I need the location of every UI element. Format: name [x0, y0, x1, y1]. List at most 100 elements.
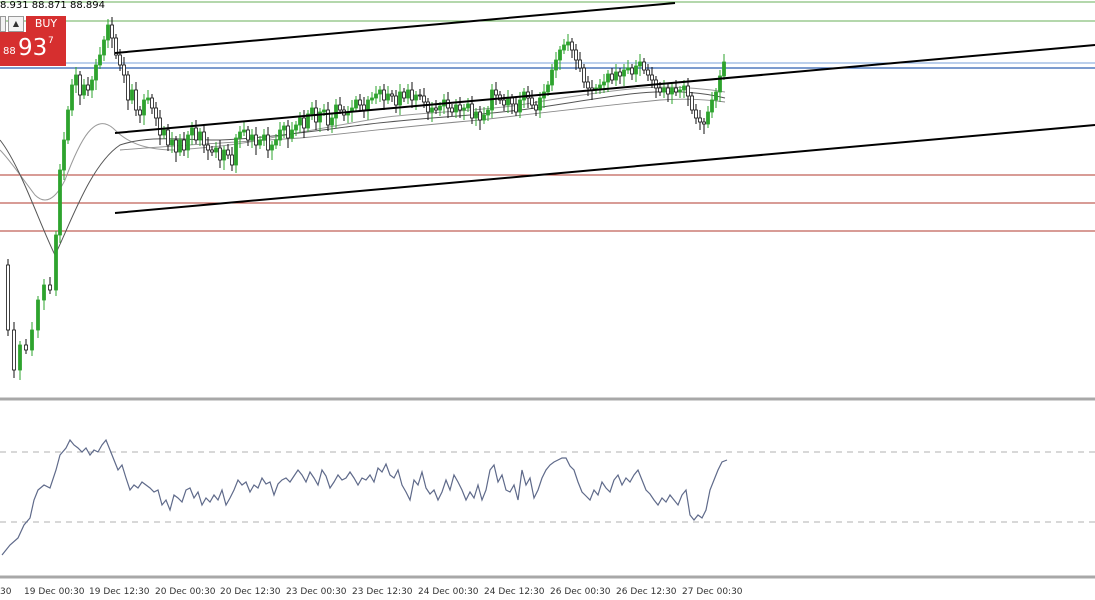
candle-body	[650, 74, 654, 81]
candle-body	[330, 117, 334, 126]
candle-body	[262, 134, 266, 141]
candle-body	[130, 89, 134, 101]
candle-body	[134, 89, 138, 111]
collapse-arrow-icon[interactable]: ▲	[8, 16, 24, 32]
x-tick: 24 Dec 00:30	[418, 587, 479, 597]
buy-button[interactable]: BUY	[26, 16, 66, 32]
candle-body	[426, 101, 430, 113]
candle-body	[238, 131, 242, 139]
candle-body	[546, 84, 550, 93]
candle-body	[638, 61, 642, 67]
candle-body	[354, 99, 358, 109]
candle-body	[642, 61, 646, 71]
candle-body	[206, 144, 210, 151]
candle-body	[24, 344, 28, 351]
candle-body	[334, 104, 338, 119]
candle-body	[678, 89, 682, 93]
candle-body	[126, 74, 130, 101]
candle-body	[682, 85, 686, 91]
candle-body	[374, 93, 378, 99]
trendline-bottom	[114, 124, 1095, 214]
candle-body	[430, 107, 434, 113]
candle-body	[274, 139, 278, 146]
candle-body	[258, 139, 262, 146]
candle-body	[214, 147, 218, 153]
candle-body	[622, 69, 626, 77]
candle-body	[254, 134, 258, 146]
candle-body	[178, 139, 182, 153]
oscillator-panel	[0, 438, 1095, 556]
candle-body	[574, 49, 578, 61]
candle-body	[202, 131, 206, 146]
candle-body	[434, 107, 438, 111]
candle-body	[182, 139, 186, 151]
x-tick: 23 Dec 00:30	[286, 587, 347, 597]
candle-body	[194, 127, 198, 141]
candle-body	[98, 54, 102, 66]
candle-body	[198, 131, 202, 141]
candle-body	[142, 99, 146, 116]
candle-body	[54, 234, 58, 291]
candle-body	[62, 139, 66, 171]
candle-body	[710, 99, 714, 113]
candle-body	[722, 61, 726, 77]
price-chart[interactable]: 30 19 Dec 00:30 19 Dec 12:30 20 Dec 00:3…	[0, 0, 1095, 600]
panel-handle[interactable]	[0, 16, 6, 32]
candle-body	[382, 89, 386, 101]
candle-body	[606, 73, 610, 83]
candle-body	[458, 104, 462, 111]
candle-body	[470, 103, 474, 119]
candle-body	[418, 94, 422, 97]
x-tick: 20 Dec 12:30	[220, 587, 281, 597]
candle-body	[398, 91, 402, 106]
candle-body	[370, 97, 374, 101]
candle-body	[138, 109, 142, 116]
candle-body	[290, 129, 294, 139]
candle-body	[234, 137, 238, 166]
candle-body	[18, 344, 22, 371]
candle-body	[390, 93, 394, 97]
candle-body	[626, 67, 630, 71]
candle-body	[174, 139, 178, 153]
candle-body	[158, 117, 162, 136]
x-tick: 26 Dec 12:30	[616, 587, 677, 597]
candle-body	[686, 85, 690, 97]
candle-body	[118, 54, 122, 66]
candle-body	[326, 109, 330, 126]
price-prefix: 88	[3, 46, 16, 57]
x-tick: 19 Dec 00:30	[24, 587, 85, 597]
candle-body	[494, 89, 498, 96]
candle-body	[618, 71, 622, 77]
candle-body	[518, 99, 522, 113]
candle-body	[674, 87, 678, 93]
candle-body	[562, 44, 566, 51]
candle-body	[166, 129, 170, 146]
candle-body	[422, 95, 426, 103]
candle-body	[58, 169, 62, 236]
candle-body	[218, 147, 222, 161]
candle-body	[578, 59, 582, 69]
candle-body	[706, 111, 710, 125]
buy-price-button[interactable]: 88 93 7	[0, 32, 66, 66]
candle-body	[102, 39, 106, 56]
candle-body	[6, 264, 10, 331]
x-tick: 27 Dec 00:30	[682, 587, 743, 597]
candle-body	[278, 129, 282, 141]
candle-body	[714, 91, 718, 101]
candle-body	[42, 284, 46, 301]
x-tick: 19 Dec 12:30	[89, 587, 150, 597]
candle-body	[566, 41, 570, 46]
candle-body	[106, 24, 110, 41]
candle-body	[110, 24, 114, 39]
candle-body	[210, 149, 214, 153]
candle-body	[662, 87, 666, 93]
candle-body	[366, 99, 370, 111]
x-axis: 30 19 Dec 00:30 19 Dec 12:30 20 Dec 00:3…	[0, 587, 743, 597]
candle-body	[474, 111, 478, 119]
candle-body	[190, 127, 194, 136]
candle-body	[122, 64, 126, 76]
candle-body	[690, 95, 694, 111]
candle-body	[586, 81, 590, 89]
candle-body	[406, 89, 410, 99]
candle-body	[302, 117, 306, 129]
